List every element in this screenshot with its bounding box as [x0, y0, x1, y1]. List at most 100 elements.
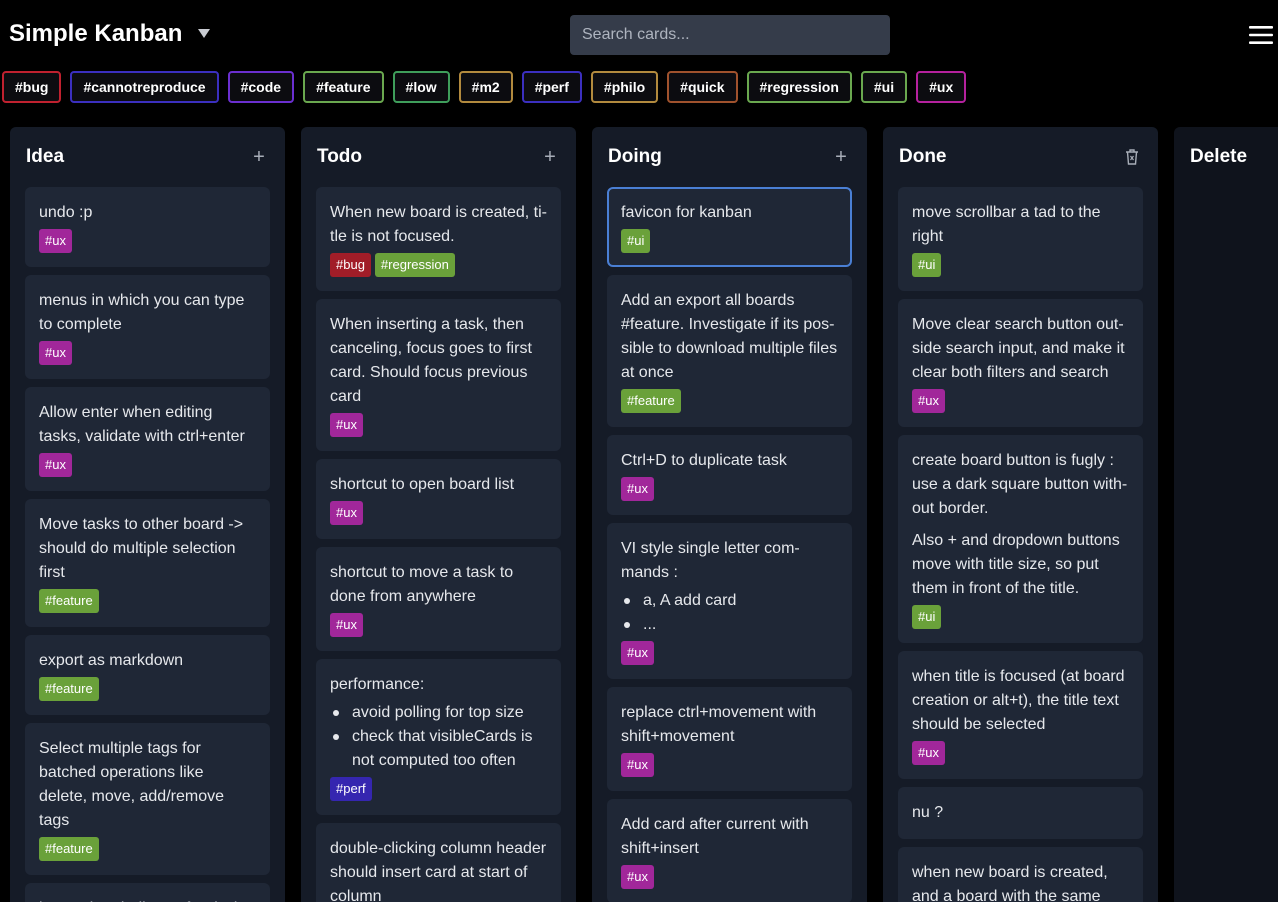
- tag-chip-feature[interactable]: #feature: [39, 677, 99, 701]
- card[interactable]: replace ctrl+movement with shift+movemen…: [607, 687, 852, 791]
- card-tags: #ui: [912, 605, 1129, 629]
- header: Simple Kanban: [0, 0, 1278, 70]
- card-text: Move tasks to other board -> should do m…: [39, 516, 244, 581]
- card-list: favicon for kanban #ui Add an export all b…: [607, 187, 852, 902]
- tag-chip-ux[interactable]: #ux: [621, 641, 654, 665]
- tag-chip-feature[interactable]: #feature: [39, 837, 99, 861]
- column-title[interactable]: Done: [899, 146, 947, 168]
- card-bullet-list: a, A add card...: [621, 589, 838, 637]
- card[interactable]: when title is focused (at board creation…: [898, 651, 1143, 779]
- card-text: Add an export all boards #feature. Inves…: [621, 292, 838, 381]
- tag-chip-ux[interactable]: #ux: [330, 613, 363, 637]
- card[interactable]: VI style single letter com­mands : a, A a…: [607, 523, 852, 679]
- search-input[interactable]: [570, 15, 890, 55]
- tag-chip-ux[interactable]: #ux: [912, 389, 945, 413]
- card-text: when title is focused (at board creation…: [912, 668, 1125, 733]
- card-text: shortcut to move a task to done from any…: [330, 564, 514, 605]
- column-header[interactable]: Done: [899, 127, 1142, 187]
- card[interactable]: Move tasks to other board -> should do m…: [25, 499, 270, 627]
- card-text: favicon for kanban: [621, 204, 752, 221]
- tag-chip-feature[interactable]: #feature: [621, 389, 681, 413]
- card[interactable]: Allow enter when editing tasks, validate…: [25, 387, 270, 491]
- column-title[interactable]: Doing: [608, 146, 662, 168]
- tag-chip-ux[interactable]: #ux: [621, 477, 654, 501]
- tag-chip-ux[interactable]: #ux: [39, 453, 72, 477]
- tag-filter-bar: #bug #cannotreproduce #code #feature #low #m2…: [2, 71, 967, 103]
- tag-chip-ux[interactable]: #ux: [39, 229, 72, 253]
- column-title[interactable]: Todo: [317, 146, 362, 168]
- plus-icon[interactable]: +: [831, 146, 851, 168]
- card[interactable]: Move clear search button out­side search…: [898, 299, 1143, 427]
- card[interactable]: favicon for kanban #ui: [607, 187, 852, 267]
- card[interactable]: better drop indicator for d&d: [25, 883, 270, 902]
- card[interactable]: Add card after current with shift+insert…: [607, 799, 852, 902]
- tag-filter-ui[interactable]: #ui: [860, 71, 908, 103]
- card-tags: #bug #regression: [330, 253, 547, 277]
- tag-chip-ux[interactable]: #ux: [330, 413, 363, 437]
- trash-icon[interactable]: [1122, 147, 1142, 167]
- tag-chip-ux[interactable]: #ux: [330, 501, 363, 525]
- card[interactable]: menus in which you can type to complete #…: [25, 275, 270, 379]
- tag-filter-ux[interactable]: #ux: [916, 71, 967, 103]
- tag-filter-philo[interactable]: #philo: [590, 71, 659, 103]
- tag-filter-low[interactable]: #low: [392, 71, 450, 103]
- card[interactable]: Ctrl+D to duplicate task #ux: [607, 435, 852, 515]
- tag-chip-ui[interactable]: #ui: [912, 253, 942, 277]
- card[interactable]: shortcut to open board list #ux: [316, 459, 561, 539]
- card-tags: #ux: [330, 501, 547, 525]
- card[interactable]: performance: avoid polling for top size ch…: [316, 659, 561, 815]
- tag-chip-ux[interactable]: #ux: [621, 753, 654, 777]
- card-bullet-item: a, A add card: [621, 589, 838, 613]
- card-text: create board button is fugly : use a dar…: [912, 452, 1128, 517]
- tag-filter-feature[interactable]: #feature: [303, 71, 384, 103]
- tag-chip-ui[interactable]: #ui: [912, 605, 942, 629]
- board: Idea + undo :p #ux menus in which you can ty…: [10, 127, 1278, 902]
- column-title[interactable]: Delete: [1190, 146, 1247, 168]
- hamburger-menu-icon[interactable]: [1248, 22, 1274, 48]
- chevron-down-icon[interactable]: [196, 26, 212, 42]
- tag-chip-ux[interactable]: #ux: [39, 341, 72, 365]
- column-idea: Idea + undo :p #ux menus in which you can ty…: [10, 127, 285, 902]
- tag-chip-regression[interactable]: #regression: [374, 253, 455, 277]
- card-tags: #ux: [912, 389, 1129, 413]
- card[interactable]: when new board is created, and a board w…: [898, 847, 1143, 902]
- column-header[interactable]: Todo +: [317, 127, 560, 187]
- card[interactable]: Add an export all boards #feature. Inves…: [607, 275, 852, 427]
- card[interactable]: When inserting a task, then canceling, f…: [316, 299, 561, 451]
- tag-chip-ux[interactable]: #ux: [621, 865, 654, 889]
- card[interactable]: create board button is fugly : use a dar…: [898, 435, 1143, 643]
- card-tags: #feature: [39, 837, 256, 861]
- card[interactable]: double-clicking column header should ins…: [316, 823, 561, 902]
- tag-filter-regression[interactable]: #regression: [746, 71, 852, 103]
- tag-filter-quick[interactable]: #quick: [667, 71, 738, 103]
- column-header[interactable]: Doing +: [608, 127, 851, 187]
- column-header[interactable]: Delete: [1190, 127, 1278, 187]
- tag-chip-bug[interactable]: #bug: [330, 253, 371, 277]
- column-title[interactable]: Idea: [26, 146, 64, 168]
- card-text: Also + and dropdown buttons move with ti…: [912, 532, 1120, 597]
- card-text: replace ctrl+movement with shift+movemen…: [621, 704, 817, 745]
- card-tags: #ux: [39, 229, 256, 253]
- tag-filter-bug[interactable]: #bug: [2, 71, 62, 103]
- tag-chip-ux[interactable]: #ux: [912, 741, 945, 765]
- plus-icon[interactable]: +: [249, 146, 269, 168]
- tag-filter-code[interactable]: #code: [227, 71, 295, 103]
- tag-chip-feature[interactable]: #feature: [39, 589, 99, 613]
- app-title[interactable]: Simple Kanban: [9, 20, 182, 48]
- card[interactable]: export as markdown #feature: [25, 635, 270, 715]
- card[interactable]: undo :p #ux: [25, 187, 270, 267]
- tag-filter-perf[interactable]: #perf: [521, 71, 582, 103]
- card-tags: #ux: [621, 753, 838, 777]
- tag-chip-perf[interactable]: #perf: [330, 777, 372, 801]
- card-text: menus in which you can type to complete: [39, 292, 245, 333]
- card[interactable]: nu ?: [898, 787, 1143, 839]
- tag-filter-m2[interactable]: #m2: [458, 71, 513, 103]
- card[interactable]: move scrollbar a tad to the right #ui: [898, 187, 1143, 291]
- column-header[interactable]: Idea +: [26, 127, 269, 187]
- card[interactable]: When new board is created, ti­tle is not…: [316, 187, 561, 291]
- tag-chip-ui[interactable]: #ui: [621, 229, 651, 253]
- card[interactable]: Select multiple tags for batched operati…: [25, 723, 270, 875]
- plus-icon[interactable]: +: [540, 146, 560, 168]
- card[interactable]: shortcut to move a task to done from any…: [316, 547, 561, 651]
- tag-filter-cannotreproduce[interactable]: #cannotreproduce: [70, 71, 219, 103]
